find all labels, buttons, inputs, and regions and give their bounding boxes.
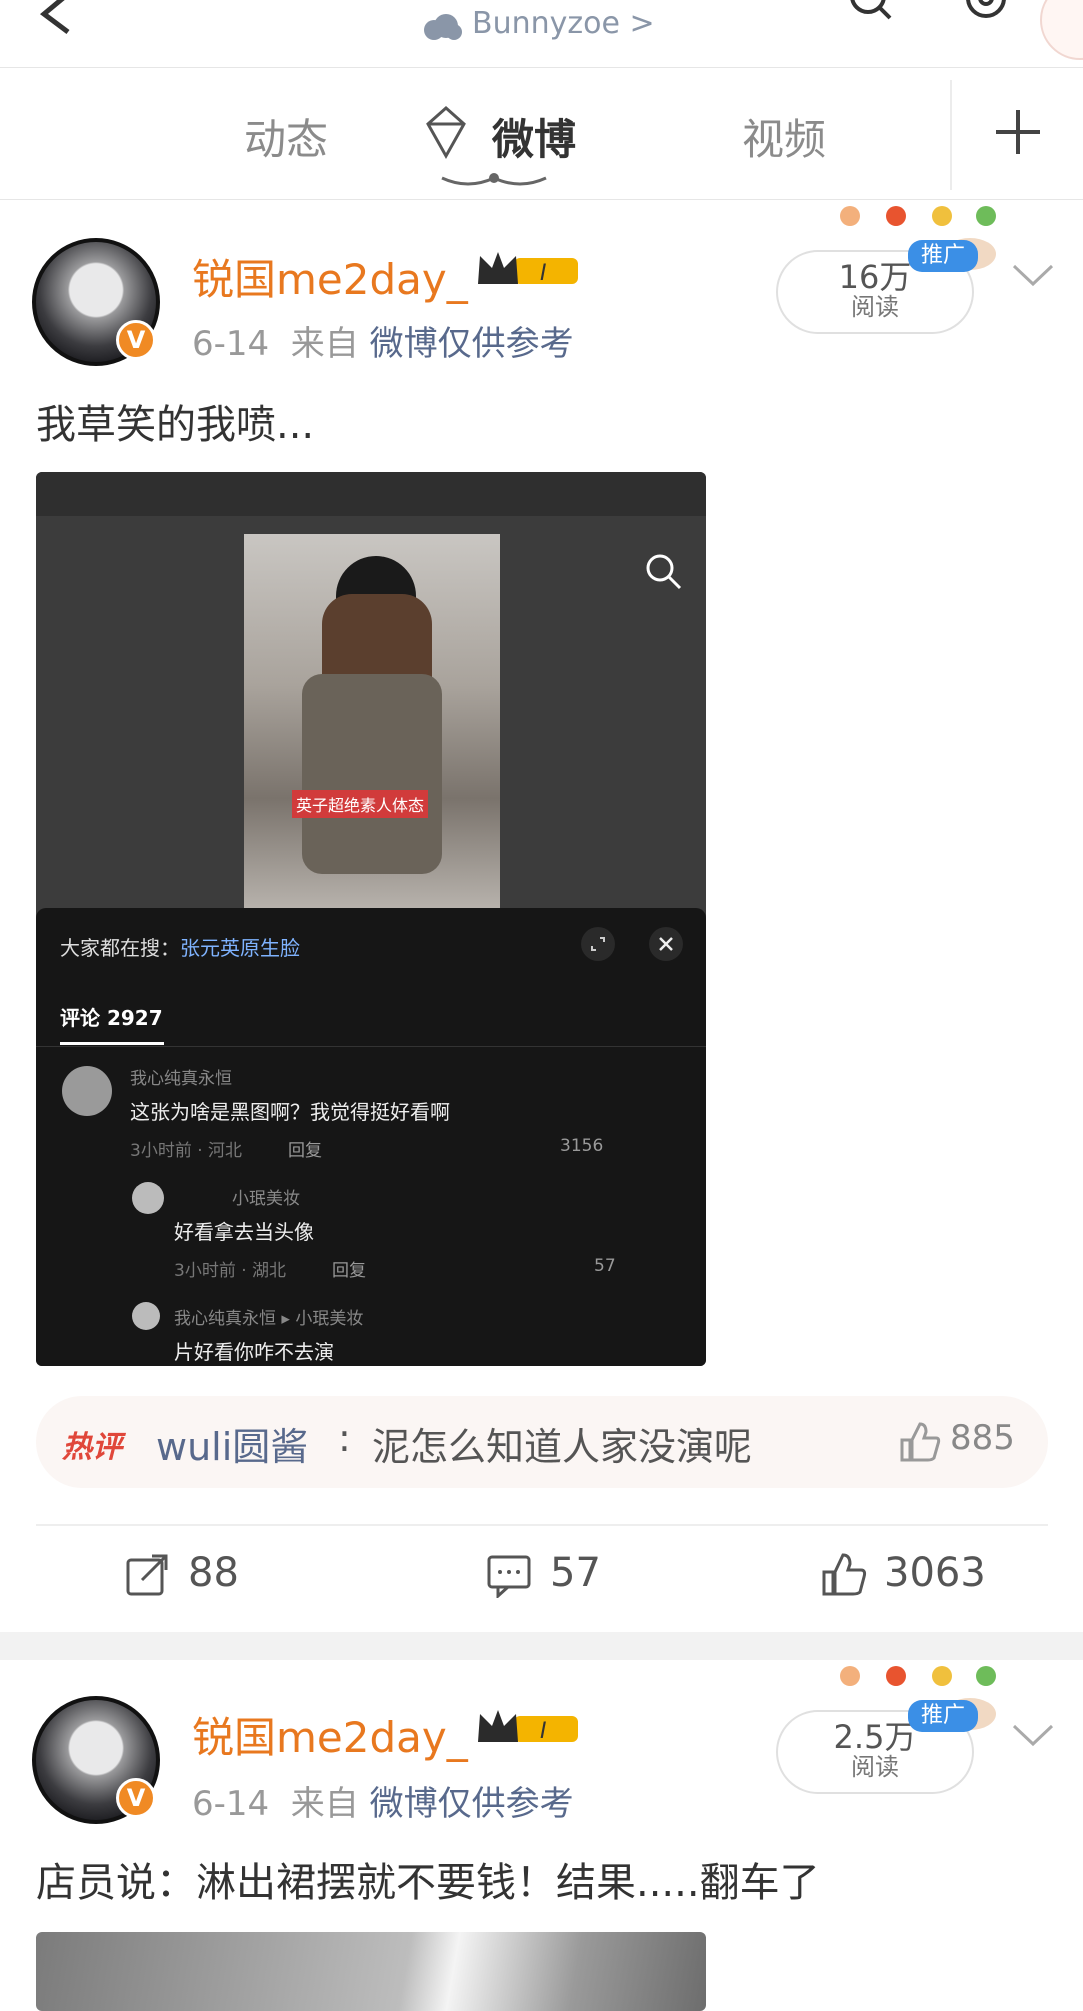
tab-video[interactable]: 视频 — [742, 106, 826, 167]
comment-avatar — [62, 1066, 112, 1116]
from-label: 来自 — [290, 324, 359, 364]
post-meta: 6-14 来自 微博仅供参考 — [192, 316, 574, 365]
post-text: 我草笑的我喷... — [36, 402, 315, 448]
comment-tab-underline — [60, 1042, 164, 1045]
cloud-icon — [424, 14, 462, 40]
search-term[interactable]: 张元英原生脸 — [180, 936, 300, 960]
post-text: 店员说：淋出裙摆就不要钱！结果.....翻车了 — [36, 1860, 820, 1906]
hot-tag: 热评 — [62, 1430, 122, 1465]
svg-text:I: I — [540, 1719, 547, 1744]
chevron-down-icon[interactable] — [1010, 260, 1056, 290]
hot-comment-user[interactable]: wuli圆酱 — [156, 1416, 308, 1471]
repost-count[interactable]: 88 — [188, 1550, 239, 1596]
username[interactable]: 锐国me2day_ — [192, 1704, 468, 1765]
comment-panel: 大家都在搜：张元英原生脸 评论 2927 我心纯真永恒 这张为啥是黑图啊？我觉得… — [36, 908, 706, 1366]
like-icon[interactable] — [898, 1420, 942, 1464]
comment-icon[interactable] — [486, 1554, 532, 1598]
repost-icon[interactable] — [124, 1552, 170, 1598]
comment-tab[interactable]: 评论 2927 — [60, 1002, 163, 1031]
chevron-down-icon[interactable] — [1010, 1720, 1056, 1750]
svg-text:I: I — [540, 261, 547, 286]
reply-reply[interactable]: 回复 — [332, 1256, 366, 1281]
top-bar: Bunnyzoe > — [0, 0, 1083, 68]
post-source[interactable]: 微博仅供参考 — [370, 324, 574, 364]
profile-subtitle[interactable]: Bunnyzoe > — [472, 6, 655, 41]
back-icon[interactable] — [36, 0, 76, 36]
tab-separator — [950, 80, 952, 190]
action-divider — [36, 1524, 1048, 1526]
photo-dress — [302, 674, 442, 874]
search-icon[interactable] — [846, 0, 894, 28]
tab-bar: 动态 微博 视频 — [0, 68, 1083, 200]
photo-overlay-text: 英子超绝素人体态 — [292, 790, 429, 818]
like-count[interactable]: 3063 — [884, 1550, 986, 1596]
hot-colon: : — [338, 1416, 351, 1460]
reply-likes: 57 — [594, 1256, 616, 1276]
username[interactable]: 锐国me2day_ — [192, 246, 468, 307]
comment-count[interactable]: 57 — [550, 1550, 601, 1596]
reply2-user: 我心纯真永恒 ▸ 小珉美妆 — [174, 1309, 364, 1329]
reply2-avatar — [132, 1302, 160, 1330]
add-icon[interactable] — [994, 108, 1042, 156]
post-date: 6-14 — [192, 1784, 270, 1824]
post-image[interactable]: 英子超绝素人体态 大家都在搜：张元英原生脸 评论 2927 我心纯真永恒 这张为… — [36, 472, 706, 1366]
post-card: V 锐国me2day_ I 6-14 来自 微博仅供参考 2.5万 阅读 推广 … — [0, 1660, 1083, 2011]
comment-likes: 3156 — [560, 1136, 604, 1156]
search-hint: 大家都在搜：张元英原生脸 — [60, 932, 300, 961]
comment-time: 3小时前 · 河北 — [130, 1141, 243, 1161]
image-top-strip — [36, 472, 706, 516]
read-label: 阅读 — [851, 293, 899, 321]
reply-avatar — [132, 1182, 164, 1214]
vip-crown-icon: I — [478, 1710, 578, 1744]
comment-text: 这张为啥是黑图啊？我觉得挺好看啊 — [130, 1100, 450, 1124]
tab-weibo[interactable]: 微博 — [492, 106, 576, 167]
verified-badge: V — [116, 1778, 156, 1818]
zoom-icon[interactable] — [644, 552, 684, 592]
comment-reply[interactable]: 回复 — [288, 1136, 322, 1161]
tab-dynamics[interactable]: 动态 — [244, 106, 328, 167]
verified-badge: V — [116, 320, 156, 360]
close-icon[interactable] — [648, 926, 684, 962]
comment-divider — [36, 1046, 706, 1047]
vip-crown-icon: I — [478, 252, 578, 286]
hot-comment[interactable]: 热评 wuli圆酱 : 泥怎么知道人家没演呢 885 — [36, 1396, 1048, 1488]
read-label: 阅读 — [851, 1753, 899, 1781]
sticker-badge — [1040, 0, 1083, 60]
reply-time: 3小时前 · 湖北 — [174, 1261, 287, 1281]
post-separator — [0, 1632, 1083, 1660]
diamond-icon — [426, 105, 466, 160]
settings-icon[interactable] — [962, 0, 1010, 30]
post-source[interactable]: 微博仅供参考 — [370, 1784, 574, 1824]
hot-comment-likes: 885 — [950, 1418, 1015, 1458]
promo-badge: 推广 — [908, 240, 978, 272]
reply-user: 小珉美妆 — [232, 1189, 300, 1209]
reply-text: 好看拿去当头像 — [174, 1220, 314, 1244]
expand-icon[interactable] — [580, 926, 616, 962]
active-tab-indicator — [441, 173, 547, 186]
photo-frame: 英子超绝素人体态 — [244, 534, 500, 912]
post-date: 6-14 — [192, 324, 270, 364]
promo-badge: 推广 — [908, 1700, 978, 1732]
post-meta: 6-14 来自 微博仅供参考 — [192, 1776, 574, 1825]
from-label: 来自 — [290, 1784, 359, 1824]
reply2-text: 片好看你咋不去演 — [174, 1340, 334, 1364]
hot-comment-text: 泥怎么知道人家没演呢 — [372, 1425, 753, 1469]
post-image[interactable] — [36, 1932, 706, 2011]
search-prefix: 大家都在搜： — [60, 936, 180, 960]
like-icon[interactable] — [820, 1552, 868, 1598]
comment-user: 我心纯真永恒 — [130, 1069, 232, 1089]
